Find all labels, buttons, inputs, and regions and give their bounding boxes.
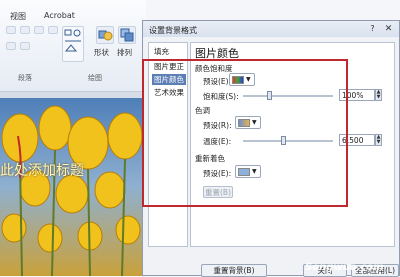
close-icon[interactable]: ✕	[381, 23, 396, 35]
tab-view[interactable]: 视图	[10, 11, 26, 22]
group-label-paragraph: 段落	[18, 74, 32, 82]
shapes-gallery[interactable]	[62, 26, 84, 62]
text-direction-icon[interactable]	[20, 42, 30, 50]
align-right-icon[interactable]	[34, 26, 44, 34]
watermark: Songwuo.com	[305, 262, 384, 273]
saturation-spinner[interactable]: ▲ ▼	[375, 89, 382, 101]
nav-item-fill[interactable]: 填充	[152, 46, 186, 57]
group-label-drawing: 绘图	[88, 74, 102, 82]
arrange-icon[interactable]	[118, 26, 136, 44]
reset-background-button[interactable]: 重置背景(B)	[201, 264, 267, 277]
highlight-annotation-box	[142, 59, 348, 207]
columns-icon[interactable]	[6, 42, 16, 50]
slide-title-placeholder[interactable]: 此处添加标题	[0, 160, 84, 180]
justify-icon[interactable]	[48, 26, 58, 34]
tulip-background-image	[0, 98, 146, 276]
help-button[interactable]: ?	[367, 24, 378, 34]
shape-icon[interactable]	[96, 26, 114, 44]
tab-acrobat[interactable]: Acrobat	[44, 11, 75, 20]
align-left-icon[interactable]	[6, 26, 16, 34]
dialog-title: 设置背景格式	[149, 26, 197, 35]
temperature-spinner[interactable]: ▲ ▼	[375, 134, 382, 146]
arrange-button-label[interactable]: 排列	[117, 47, 132, 58]
slide-canvas[interactable]	[0, 98, 146, 276]
shape-button-label[interactable]: 形状	[94, 47, 109, 58]
align-center-icon[interactable]	[20, 26, 30, 34]
